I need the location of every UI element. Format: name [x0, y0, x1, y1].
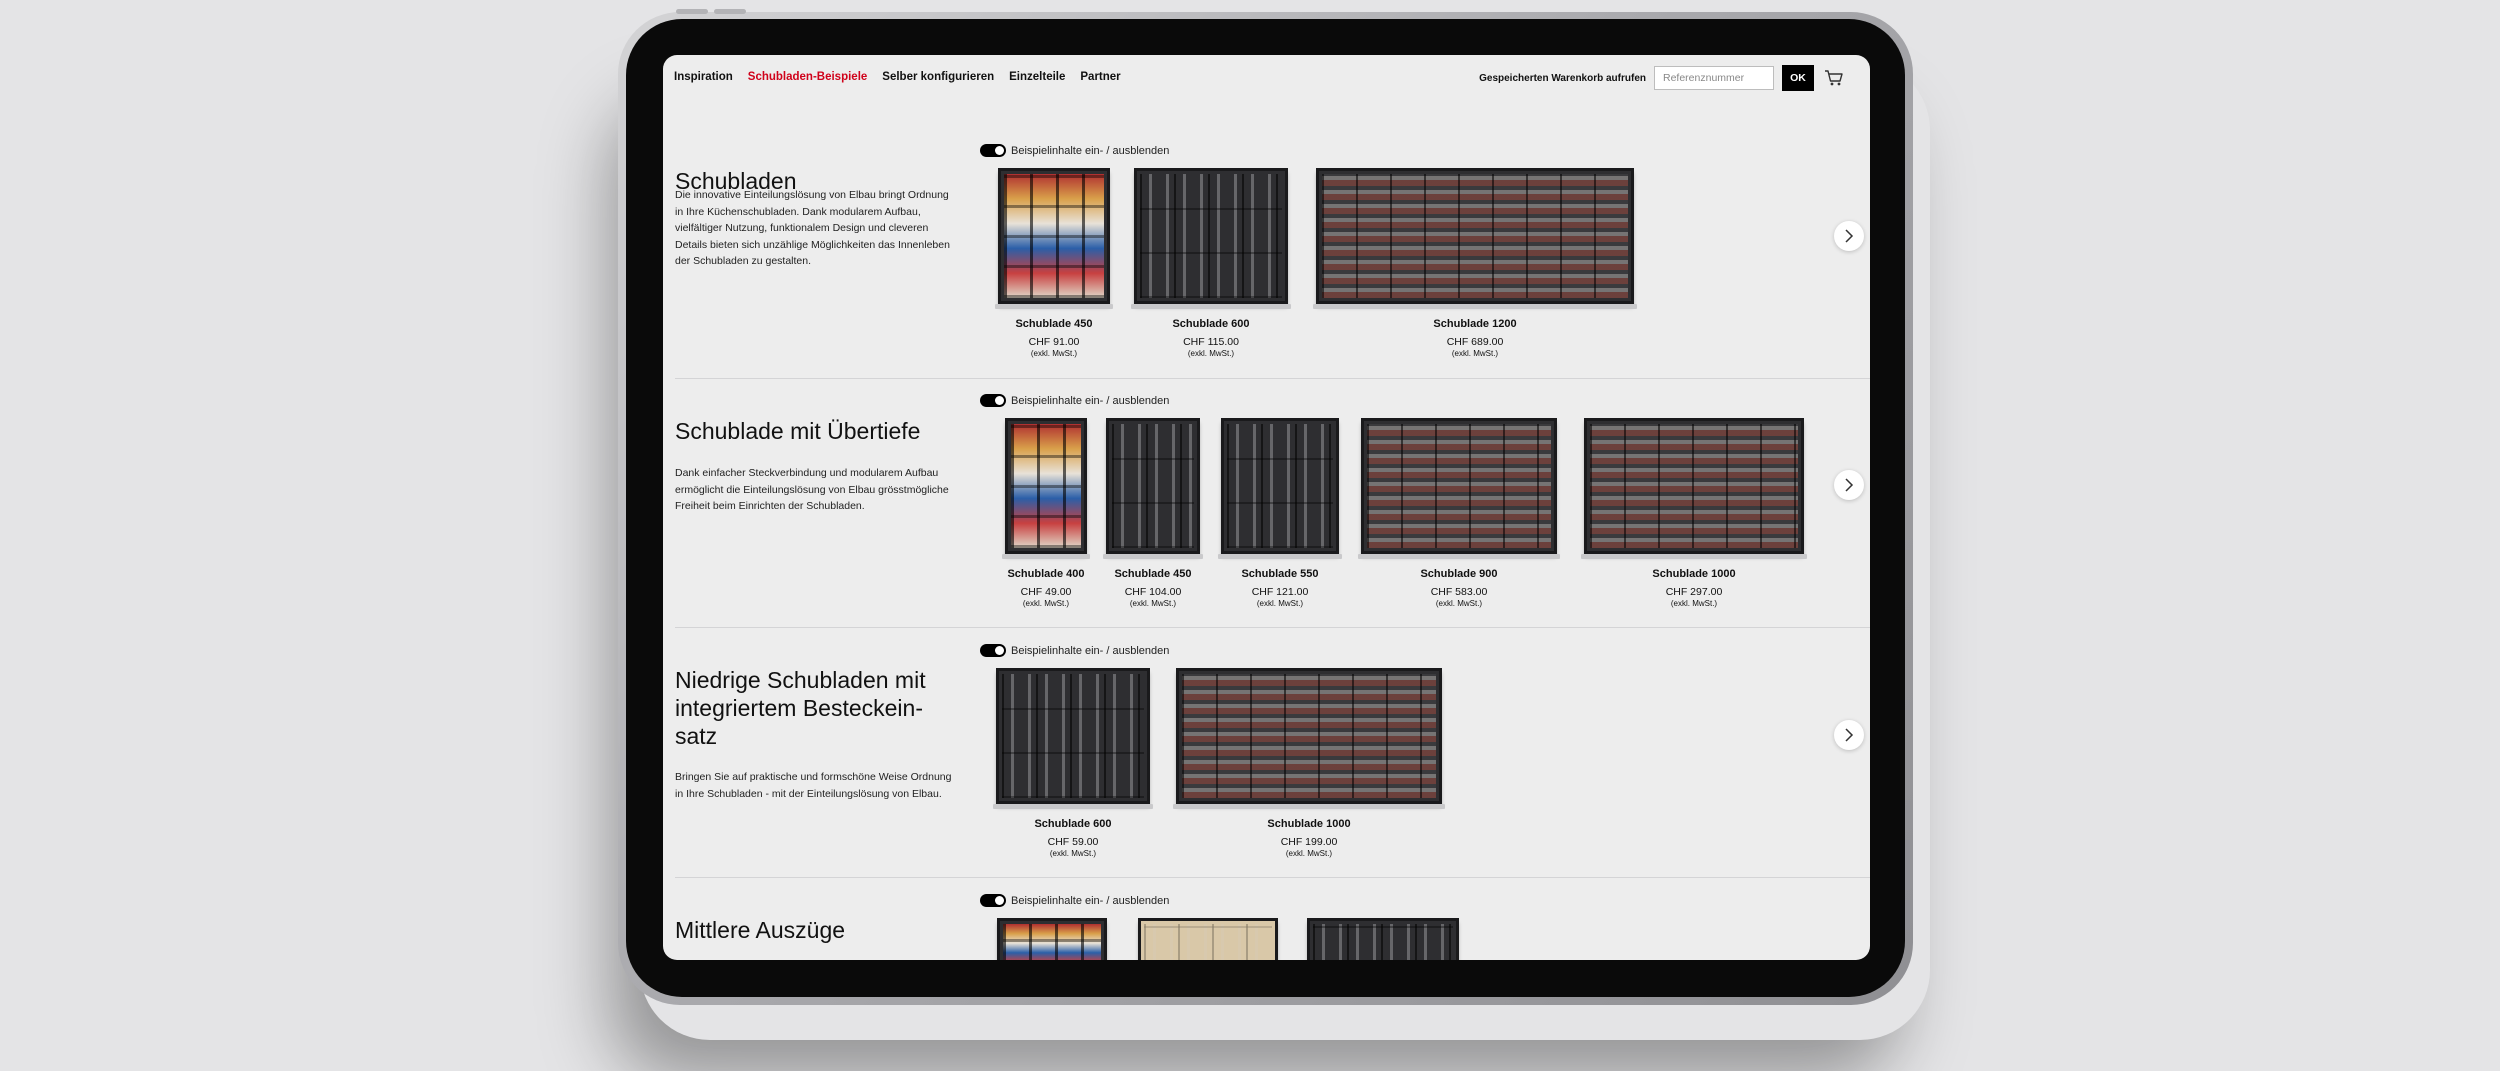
- nav-right: Gespeicherten Warenkorb aufrufen OK: [1479, 65, 1844, 91]
- nav-link-inspiration[interactable]: Inspiration: [674, 71, 733, 83]
- drawer-image: [1358, 418, 1560, 559]
- divider: [675, 627, 1870, 628]
- section-title: Mittlere Auszüge: [675, 917, 846, 943]
- section-description: Dank einfacher Steckverbindung und modul…: [675, 467, 949, 512]
- product-name: Schublade 550: [1241, 568, 1319, 580]
- product-price: CHF 91.00: [1028, 336, 1080, 348]
- product-price: CHF 59.00: [1047, 836, 1099, 848]
- section-title: Schublade mit Übertiefe: [675, 418, 921, 444]
- drawer-image[interactable]: [997, 918, 1107, 960]
- nav-link-schubladen-beispiele[interactable]: Schubladen-Beispiele: [748, 71, 868, 83]
- nav-link-partner[interactable]: Partner: [1080, 71, 1120, 83]
- product-tax-note: (exkl. MwSt.): [1435, 599, 1483, 608]
- product-name: Schublade 450: [1114, 568, 1192, 580]
- chevron-right-icon: [1845, 728, 1854, 742]
- product-price: CHF 49.00: [1020, 586, 1072, 598]
- carousel-next-button[interactable]: [1834, 470, 1864, 500]
- toggle-switch[interactable]: [980, 394, 1006, 407]
- reference-number-input[interactable]: [1654, 66, 1774, 90]
- product-tax-note: (exkl. MwSt.): [1285, 849, 1333, 858]
- product-price: CHF 115.00: [1183, 336, 1239, 348]
- product-tax-note: (exkl. MwSt.): [1187, 349, 1235, 358]
- product-name: Schublade 600: [1172, 318, 1250, 330]
- product-name: Schublade 1200: [1433, 318, 1517, 330]
- drawer-image: [1313, 168, 1637, 309]
- product-tax-note: (exkl. MwSt.): [1049, 849, 1097, 858]
- product-price: CHF 297.00: [1665, 586, 1723, 598]
- drawer-image: [1581, 418, 1807, 559]
- product-price: CHF 104.00: [1124, 586, 1182, 598]
- section-description: Die innovative Einteilungslösung von Elb…: [675, 189, 950, 267]
- product-card[interactable]: Schublade 900 CHF 583.00 (exkl. MwSt.): [1358, 418, 1560, 608]
- shopping-cart-icon[interactable]: [1824, 69, 1844, 87]
- chevron-right-icon: [1845, 229, 1854, 243]
- chevron-right-icon: [1845, 478, 1854, 492]
- toggle-label: Beispielinhalte ein- / ausblenden: [1011, 894, 1170, 907]
- volume-button: [676, 9, 708, 14]
- toggle-switch[interactable]: [980, 644, 1006, 657]
- product-card[interactable]: Schublade 400 CHF 49.00 (exkl. MwSt.): [993, 418, 1099, 608]
- product-card[interactable]: Schublade 600 CHF 115.00 (exkl. MwSt.): [1130, 168, 1292, 358]
- product-price: CHF 583.00: [1430, 586, 1488, 598]
- drawer-image: [1131, 168, 1291, 309]
- example-content-toggle[interactable]: Beispielinhalte ein- / ausblenden: [980, 144, 1169, 157]
- product-tax-note: (exkl. MwSt.): [1022, 599, 1070, 608]
- product-price: CHF 121.00: [1251, 586, 1309, 598]
- product-name: Schublade 600: [1034, 818, 1112, 830]
- saved-cart-link[interactable]: Gespeicherten Warenkorb aufrufen: [1479, 73, 1646, 84]
- nav-links: Inspiration Schubladen-Beispiele Selber …: [674, 71, 1121, 83]
- divider: [675, 877, 1870, 878]
- product-tax-note: (exkl. MwSt.): [1451, 349, 1499, 358]
- product-tax-note: (exkl. MwSt.): [1030, 349, 1078, 358]
- product-card[interactable]: Schublade 550 CHF 121.00 (exkl. MwSt.): [1216, 418, 1344, 608]
- section-title: Niedrige Schubladen mit integriertem Bes…: [675, 667, 926, 749]
- drawer-image[interactable]: [1307, 918, 1459, 960]
- product-name: Schublade 450: [1015, 318, 1093, 330]
- toggle-label: Beispielinhalte ein- / ausblenden: [1011, 644, 1170, 657]
- product-name: Schublade 1000: [1267, 818, 1351, 830]
- carousel-next-button[interactable]: [1834, 720, 1864, 750]
- drawer-image: [995, 168, 1113, 309]
- toggle-switch[interactable]: [980, 144, 1006, 157]
- product-name: Schublade 900: [1420, 568, 1498, 580]
- ok-button[interactable]: OK: [1782, 65, 1814, 91]
- drawer-image[interactable]: [1138, 918, 1278, 960]
- toggle-switch[interactable]: [980, 894, 1006, 907]
- divider: [675, 378, 1870, 379]
- carousel-next-button[interactable]: [1834, 221, 1864, 251]
- drawer-image: [1002, 418, 1090, 559]
- product-card[interactable]: Schublade 450 CHF 91.00 (exkl. MwSt.): [993, 168, 1115, 358]
- drawer-image: [1218, 418, 1342, 559]
- volume-button: [714, 9, 746, 14]
- drawer-image: [993, 668, 1153, 809]
- drawer-image: [1173, 668, 1445, 809]
- toggle-label: Beispielinhalte ein- / ausblenden: [1011, 394, 1170, 407]
- product-card[interactable]: Schublade 1200 CHF 689.00 (exkl. MwSt.): [1313, 168, 1637, 358]
- product-name: Schublade 400: [1007, 568, 1085, 580]
- section-description: Bringen Sie auf praktische und formschön…: [675, 771, 952, 800]
- product-tax-note: (exkl. MwSt.): [1129, 599, 1177, 608]
- product-tax-note: (exkl. MwSt.): [1670, 599, 1718, 608]
- drawer-image: [1103, 418, 1203, 559]
- product-card[interactable]: Schublade 450 CHF 104.00 (exkl. MwSt.): [1101, 418, 1205, 608]
- example-content-toggle[interactable]: Beispielinhalte ein- / ausblenden: [980, 394, 1169, 407]
- product-tax-note: (exkl. MwSt.): [1256, 599, 1304, 608]
- product-card[interactable]: Schublade 1000 CHF 199.00 (exkl. MwSt.): [1173, 668, 1445, 858]
- screen: Inspiration Schubladen-Beispiele Selber …: [663, 55, 1870, 960]
- product-card[interactable]: Schublade 1000 CHF 297.00 (exkl. MwSt.): [1581, 418, 1807, 608]
- product-name: Schublade 1000: [1652, 568, 1736, 580]
- product-price: CHF 689.00: [1446, 336, 1504, 348]
- toggle-label: Beispielinhalte ein- / ausblenden: [1011, 144, 1170, 157]
- example-content-toggle[interactable]: Beispielinhalte ein- / ausblenden: [980, 894, 1169, 907]
- example-content-toggle[interactable]: Beispielinhalte ein- / ausblenden: [980, 644, 1169, 657]
- product-price: CHF 199.00: [1280, 836, 1338, 848]
- top-navigation: Inspiration Schubladen-Beispiele Selber …: [663, 55, 1870, 97]
- nav-link-einzelteile[interactable]: Einzelteile: [1009, 71, 1065, 83]
- nav-link-selber-konfigurieren[interactable]: Selber konfigurieren: [882, 71, 994, 83]
- product-card[interactable]: Schublade 600 CHF 59.00 (exkl. MwSt.): [993, 668, 1153, 858]
